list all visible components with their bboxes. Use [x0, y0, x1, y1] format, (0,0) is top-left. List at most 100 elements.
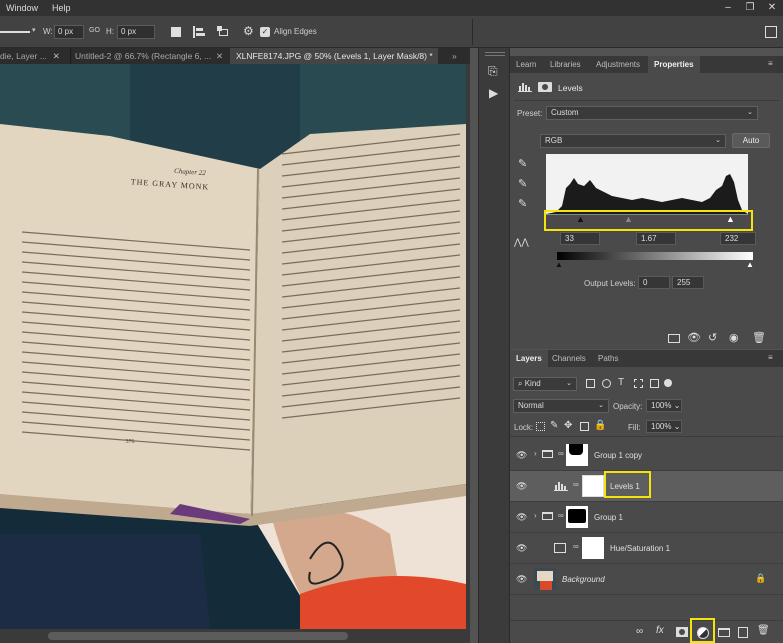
- menu-help[interactable]: Help: [52, 3, 71, 13]
- lock-transparent-icon[interactable]: [536, 422, 545, 431]
- menu-window[interactable]: Window: [6, 3, 38, 13]
- layer-row-group-1-copy[interactable]: 👁 › ∞ Group 1 copy: [510, 440, 783, 471]
- collapse-handle[interactable]: [485, 52, 505, 56]
- filter-adjustment-icon[interactable]: [602, 379, 611, 388]
- stroke-preview[interactable]: [0, 31, 30, 33]
- layer-filter-dropdown[interactable]: ⌕ Kind ⌄: [513, 377, 577, 391]
- visibility-eye-icon[interactable]: 👁: [516, 543, 528, 553]
- share-icon[interactable]: [765, 26, 777, 38]
- layer-mask-thumbnail[interactable]: [582, 475, 604, 497]
- lock-all-icon[interactable]: 🔒: [594, 420, 606, 431]
- tab-layers[interactable]: Layers: [510, 350, 548, 367]
- tab-learn[interactable]: Learn: [516, 56, 536, 73]
- layer-row-background[interactable]: 👁 Background 🔒: [510, 564, 783, 595]
- path-arrangement-icon[interactable]: [217, 26, 231, 38]
- tab-paths[interactable]: Paths: [598, 350, 618, 367]
- output-black-slider[interactable]: ▲: [555, 260, 563, 269]
- visibility-eye-icon[interactable]: 👁: [516, 450, 528, 460]
- add-mask-icon[interactable]: [676, 627, 688, 637]
- vertical-scrollbar[interactable]: [466, 64, 470, 629]
- input-white-field[interactable]: 232: [720, 232, 756, 245]
- output-white-field[interactable]: 255: [672, 276, 704, 289]
- lock-brush-icon[interactable]: ✎: [550, 420, 558, 431]
- filter-pixel-icon[interactable]: [586, 379, 595, 388]
- tab-document-active[interactable]: XLNFE8174.JPG @ 50% (Levels 1, Layer Mas…: [230, 48, 438, 64]
- panel-menu-icon[interactable]: ≡: [768, 59, 773, 68]
- close-icon[interactable]: ✕: [53, 51, 60, 61]
- lock-position-icon[interactable]: ✥: [564, 420, 572, 431]
- scrollbar-thumb[interactable]: [48, 632, 348, 640]
- gamma-slider[interactable]: ▲: [624, 214, 633, 224]
- close-icon[interactable]: ✕: [761, 0, 783, 16]
- restore-icon[interactable]: ❐: [739, 0, 761, 16]
- layer-mask-thumbnail[interactable]: [566, 444, 588, 466]
- expand-chevron-icon[interactable]: ›: [534, 511, 537, 520]
- tab-overflow-icon[interactable]: »: [452, 48, 466, 64]
- calculate-histogram-icon[interactable]: ⋀⋀: [514, 237, 529, 248]
- height-field[interactable]: 0 px: [117, 25, 155, 39]
- visibility-icon[interactable]: ◉: [729, 331, 739, 344]
- width-field[interactable]: 0 px: [54, 25, 84, 39]
- align-edges-checkbox[interactable]: ✓: [260, 27, 270, 37]
- gray-point-eyedropper-icon[interactable]: ✎: [518, 177, 527, 190]
- expand-chevron-icon[interactable]: ›: [534, 449, 537, 458]
- tab-adjustments[interactable]: Adjustments: [596, 56, 640, 73]
- minimize-icon[interactable]: –: [717, 0, 739, 16]
- link-layers-icon[interactable]: ∞: [636, 626, 643, 637]
- document-canvas[interactable]: Chapter 22 THE GRAY MONK 376: [0, 64, 466, 629]
- tab-document-2[interactable]: Untitled-2 @ 66.7% (Rectangle 6, ...: [70, 48, 228, 64]
- link-icon[interactable]: GO: [89, 27, 100, 34]
- tab-channels[interactable]: Channels: [552, 350, 586, 367]
- layer-thumbnail[interactable]: [534, 568, 556, 590]
- output-white-slider[interactable]: ▲: [746, 260, 754, 269]
- layer-mask-thumbnail[interactable]: [582, 537, 604, 559]
- lock-artboard-icon[interactable]: [580, 422, 589, 431]
- close-icon[interactable]: ✕: [216, 48, 226, 64]
- new-group-icon[interactable]: [718, 628, 730, 637]
- fx-icon[interactable]: fx: [656, 625, 664, 636]
- auto-button[interactable]: Auto: [732, 133, 770, 148]
- filter-toggle[interactable]: [664, 379, 672, 387]
- visibility-eye-icon[interactable]: 👁: [516, 481, 528, 491]
- layer-name[interactable]: Group 1 copy: [594, 451, 642, 460]
- panel-menu-icon[interactable]: ≡: [768, 353, 773, 362]
- layer-row-group-1[interactable]: 👁 › ∞ Group 1: [510, 502, 783, 533]
- filter-shape-icon[interactable]: [634, 379, 643, 388]
- fill-field[interactable]: 100% ⌄: [646, 420, 682, 433]
- tab-document-1[interactable]: die, Layer ... ✕: [0, 48, 62, 64]
- input-gamma-field[interactable]: 1.67: [636, 232, 676, 245]
- input-black-field[interactable]: 33: [560, 232, 600, 245]
- white-point-slider[interactable]: ▲: [726, 214, 735, 224]
- white-point-eyedropper-icon[interactable]: ✎: [518, 197, 527, 210]
- filter-smart-object-icon[interactable]: [650, 379, 659, 388]
- black-point-slider[interactable]: ▲: [576, 214, 585, 224]
- black-point-eyedropper-icon[interactable]: ✎: [518, 157, 527, 170]
- channel-dropdown[interactable]: RGB ⌄: [540, 134, 726, 148]
- layer-mask-thumbnail[interactable]: [566, 506, 588, 528]
- output-black-field[interactable]: 0: [638, 276, 670, 289]
- horizontal-scrollbar[interactable]: [0, 629, 470, 643]
- gear-icon[interactable]: ⚙: [243, 24, 254, 38]
- layer-name[interactable]: Background: [562, 575, 605, 584]
- path-operations-icon[interactable]: [171, 27, 181, 37]
- opacity-field[interactable]: 100% ⌄: [646, 399, 682, 412]
- trash-icon[interactable]: 🗑: [752, 331, 766, 344]
- new-layer-icon[interactable]: [738, 627, 748, 638]
- path-alignment-icon[interactable]: [193, 26, 205, 38]
- reset-icon[interactable]: ↺: [708, 331, 717, 344]
- play-icon[interactable]: ▶: [489, 86, 498, 100]
- layer-row-hue-saturation-1[interactable]: 👁 ∞ Hue/Saturation 1: [510, 533, 783, 564]
- history-brush-icon[interactable]: ⎘: [488, 64, 498, 79]
- trash-icon[interactable]: 🗑: [757, 625, 770, 636]
- filter-type-icon[interactable]: T: [618, 377, 624, 388]
- clip-to-layer-icon[interactable]: [668, 334, 680, 343]
- mask-icon[interactable]: [538, 82, 552, 92]
- visibility-eye-icon[interactable]: 👁: [516, 574, 528, 584]
- layer-name[interactable]: Hue/Saturation 1: [610, 544, 670, 553]
- view-previous-state-icon[interactable]: 👁: [687, 331, 701, 344]
- blend-mode-dropdown[interactable]: Normal ⌄: [513, 399, 609, 413]
- tab-libraries[interactable]: Libraries: [550, 56, 581, 73]
- visibility-eye-icon[interactable]: 👁: [516, 512, 528, 522]
- preset-dropdown[interactable]: Custom ⌄: [546, 106, 758, 120]
- layer-name[interactable]: Group 1: [594, 513, 623, 522]
